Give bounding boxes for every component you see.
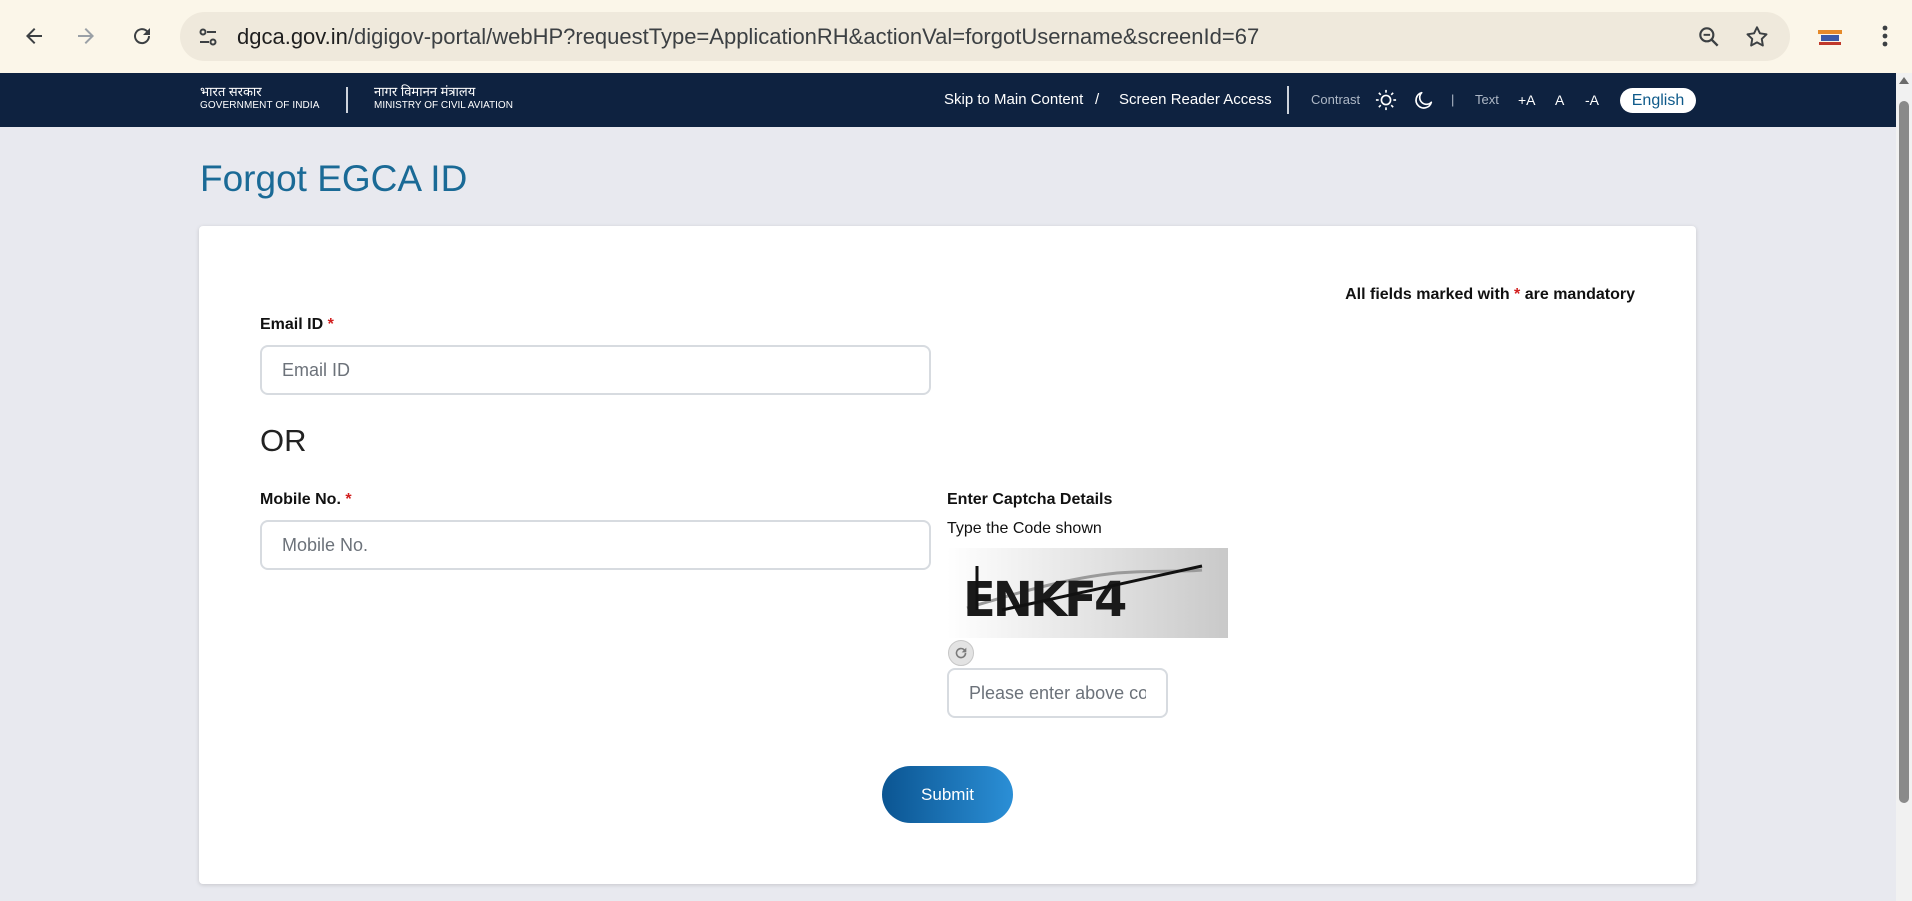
mobile-label: Mobile No. *	[260, 491, 352, 509]
header-divider	[346, 87, 348, 113]
light-mode-sun-icon[interactable]	[1375, 89, 1397, 111]
site-info-icon[interactable]	[196, 25, 220, 49]
url-host: dgca.gov.in	[237, 24, 348, 49]
dark-mode-moon-icon[interactable]	[1413, 89, 1435, 111]
ministry-hindi: नागर विमानन मंत्रालय	[374, 84, 476, 99]
page-title: Forgot EGCA ID	[200, 158, 468, 199]
gov-english: GOVERNMENT OF INDIA	[200, 100, 320, 111]
language-select[interactable]: English	[1620, 88, 1696, 113]
captcha-title: Enter Captcha Details	[947, 491, 1113, 508]
mobile-required-star: *	[345, 491, 352, 508]
mobile-label-text: Mobile No.	[260, 491, 341, 508]
extension-emblem-icon[interactable]	[1816, 24, 1844, 48]
government-of-india-link[interactable]: भारत सरकार GOVERNMENT OF INDIA	[200, 84, 320, 113]
email-required-star: *	[327, 316, 334, 333]
refresh-captcha-button[interactable]	[948, 640, 974, 666]
skip-to-main-content-link[interactable]: Skip to Main Content	[944, 73, 1083, 127]
gov-hindi: भारत सरकार	[200, 84, 262, 99]
url-path: /digigov-portal/webHP?requestType=Applic…	[347, 24, 1260, 49]
link-separator: /	[1095, 91, 1100, 108]
forgot-id-form-card: All fields marked with * are mandatory E…	[199, 226, 1696, 884]
decrease-text-button[interactable]: -A	[1585, 73, 1599, 127]
submit-button[interactable]: Submit	[882, 766, 1013, 823]
mandatory-note-prefix: All fields marked with	[1345, 286, 1515, 303]
mobile-input[interactable]	[260, 520, 931, 570]
scroll-up-arrow-icon[interactable]	[1899, 77, 1909, 84]
email-input[interactable]	[260, 345, 931, 395]
bookmark-star-icon[interactable]	[1744, 24, 1770, 50]
url-text[interactable]: dgca.gov.in/digigov-portal/webHP?request…	[237, 12, 1259, 61]
email-label: Email ID *	[260, 316, 334, 334]
normal-text-button[interactable]: A	[1555, 73, 1564, 127]
zoom-icon[interactable]	[1696, 24, 1722, 50]
header-pipe: |	[1451, 92, 1455, 107]
email-label-text: Email ID	[260, 316, 324, 333]
or-divider-text: OR	[260, 423, 307, 458]
browser-toolbar: dgca.gov.in/digigov-portal/webHP?request…	[0, 0, 1912, 73]
screen-reader-access-link[interactable]: Screen Reader Access	[1119, 73, 1272, 127]
site-header: भारत सरकार GOVERNMENT OF INDIA नागर विमा…	[0, 73, 1896, 127]
mandatory-note: All fields marked with * are mandatory	[1345, 286, 1635, 304]
scroll-thumb[interactable]	[1899, 101, 1909, 803]
increase-text-button[interactable]: +A	[1518, 73, 1536, 127]
refresh-icon	[955, 647, 967, 659]
text-size-label: Text	[1475, 92, 1499, 107]
captcha-help-text: Type the Code shown	[947, 520, 1102, 537]
browser-menu-icon[interactable]	[1870, 20, 1900, 52]
ministry-link[interactable]: नागर विमानन मंत्रालय MINISTRY OF CIVIL A…	[374, 84, 513, 113]
back-icon[interactable]	[16, 18, 52, 54]
page-scrollbar[interactable]	[1896, 73, 1912, 901]
header-divider-2	[1287, 86, 1289, 114]
reload-icon[interactable]	[124, 18, 160, 54]
ministry-english: MINISTRY OF CIVIL AVIATION	[374, 100, 513, 111]
contrast-label: Contrast	[1311, 92, 1361, 107]
mandatory-note-suffix: are mandatory	[1520, 286, 1635, 303]
address-bar[interactable]: dgca.gov.in/digigov-portal/webHP?request…	[180, 12, 1790, 61]
captcha-input[interactable]	[947, 668, 1168, 718]
captcha-image: ENKF4	[947, 548, 1228, 638]
forward-icon[interactable]	[68, 18, 104, 54]
